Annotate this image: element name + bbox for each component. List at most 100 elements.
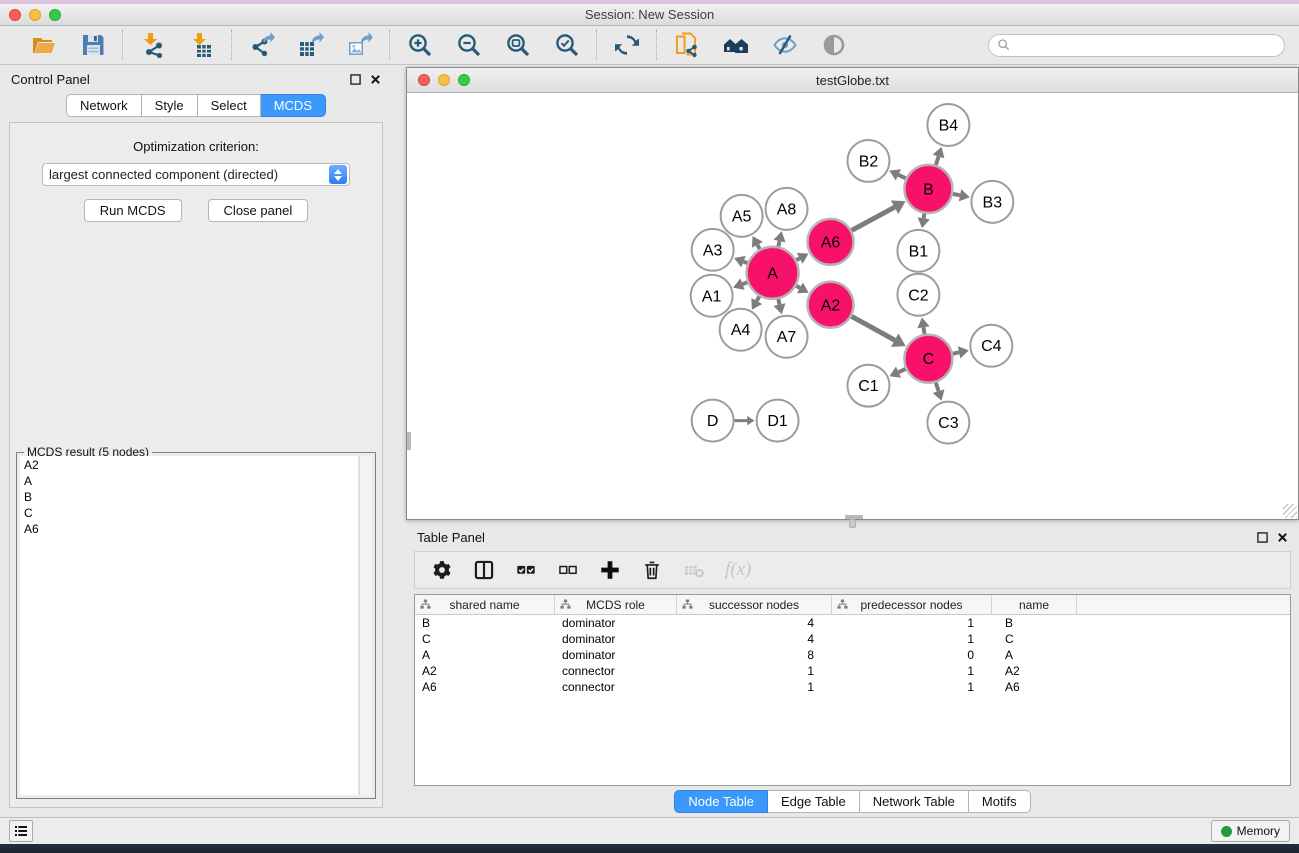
zoom-out-icon[interactable] [455, 32, 482, 59]
edge-A-A8[interactable] [778, 241, 779, 246]
graph-node-C3[interactable]: C3 [927, 402, 969, 444]
column-header-name[interactable]: name [992, 595, 1077, 614]
search-input[interactable] [1015, 38, 1276, 52]
graph-node-A2[interactable]: A2 [808, 282, 854, 328]
import-table-icon[interactable] [188, 32, 215, 59]
edge-C-C4[interactable] [953, 352, 959, 353]
window-resize-grip[interactable] [1283, 504, 1297, 518]
graph-node-B[interactable]: B [904, 165, 952, 213]
tab-motifs[interactable]: Motifs [969, 790, 1031, 813]
float-table-panel-icon[interactable] [1257, 532, 1268, 543]
open-file-icon[interactable] [30, 32, 57, 59]
column-header-mcds-role[interactable]: MCDS role [555, 595, 677, 614]
mcds-result-item[interactable]: B [24, 489, 358, 505]
mcds-result-scrollbar[interactable] [359, 456, 372, 795]
graph-node-B4[interactable]: B4 [927, 104, 969, 146]
graph-node-C1[interactable]: C1 [847, 365, 889, 407]
table-row-A6[interactable]: A6connector11A6 [415, 679, 1290, 695]
graph-node-B1[interactable]: B1 [897, 230, 939, 272]
edge-A-A4[interactable] [757, 296, 760, 301]
graph-node-B2[interactable]: B2 [847, 140, 889, 182]
zoom-fit-icon[interactable] [504, 32, 531, 59]
table-row-C[interactable]: Cdominator41C [415, 631, 1290, 647]
graph-node-A5[interactable]: A5 [721, 195, 763, 237]
edge-A-A2[interactable] [796, 286, 800, 288]
edge-C-C3[interactable] [936, 383, 939, 392]
export-table-icon[interactable] [297, 32, 324, 59]
edge-A-A1[interactable] [742, 282, 747, 284]
graph-node-C2[interactable]: C2 [897, 274, 939, 316]
zoom-in-icon[interactable] [406, 32, 433, 59]
graph-node-A3[interactable]: A3 [692, 229, 734, 271]
float-panel-icon[interactable] [350, 74, 361, 85]
graph-node-B3[interactable]: B3 [971, 181, 1013, 223]
graph-node-D[interactable]: D [692, 400, 734, 442]
criterion-dropdown[interactable]: largest connected component (directed) [42, 163, 350, 186]
column-header-successor-nodes[interactable]: successor nodes [677, 595, 832, 614]
table-row-A[interactable]: Adominator80A [415, 647, 1290, 663]
mcds-result-item[interactable]: A6 [24, 521, 358, 537]
graph-node-A4[interactable]: A4 [720, 309, 762, 351]
edge-B-B2[interactable] [898, 175, 905, 178]
refresh-network-icon[interactable] [613, 32, 640, 59]
run-mcds-button[interactable]: Run MCDS [84, 199, 182, 222]
edge-A-A7[interactable] [778, 299, 779, 304]
edge-A2-C[interactable] [852, 316, 895, 340]
edge-A-A5[interactable] [757, 245, 759, 249]
table-row-A2[interactable]: A2connector11A2 [415, 663, 1290, 679]
canvas-hscroll-mark[interactable] [845, 515, 863, 519]
edge-B-B4[interactable] [936, 156, 939, 165]
mcds-result-item[interactable]: A [24, 473, 358, 489]
deselect-all-columns-icon[interactable] [557, 559, 579, 581]
column-layout-icon[interactable] [473, 559, 495, 581]
tab-mcds[interactable]: MCDS [261, 94, 326, 117]
duplicate-network-icon[interactable] [673, 32, 700, 59]
close-panel-icon[interactable] [370, 74, 381, 85]
mcds-result-item[interactable]: C [24, 505, 358, 521]
add-column-icon[interactable] [599, 559, 621, 581]
tab-network-table[interactable]: Network Table [860, 790, 969, 813]
edge-B-B1[interactable] [924, 214, 925, 219]
export-network-icon[interactable] [248, 32, 275, 59]
edge-A-A6[interactable] [796, 258, 799, 260]
mcds-result-item[interactable]: A2 [24, 457, 358, 473]
export-image-icon[interactable] [346, 32, 373, 59]
close-panel-button[interactable]: Close panel [208, 199, 309, 222]
tab-edge-table[interactable]: Edge Table [768, 790, 860, 813]
graph-node-A[interactable]: A [747, 247, 799, 299]
edge-B-B3[interactable] [953, 194, 960, 195]
graph-node-A1[interactable]: A1 [691, 275, 733, 317]
close-table-panel-icon[interactable] [1277, 532, 1288, 543]
tab-style[interactable]: Style [142, 94, 198, 117]
tab-network[interactable]: Network [66, 94, 142, 117]
mcds-result-list[interactable]: A2ABCA6 [20, 456, 359, 795]
graph-node-A7[interactable]: A7 [766, 316, 808, 358]
graph-node-A6[interactable]: A6 [808, 219, 854, 265]
edge-C-C1[interactable] [899, 369, 906, 372]
zoom-selected-icon[interactable] [553, 32, 580, 59]
edge-A-A3[interactable] [743, 262, 747, 264]
save-session-icon[interactable] [79, 32, 106, 59]
table-row-B[interactable]: Bdominator41B [415, 615, 1290, 631]
select-all-columns-icon[interactable] [515, 559, 537, 581]
edge-C-C2[interactable] [924, 327, 925, 334]
graph-node-C[interactable]: C [904, 335, 952, 383]
memory-button[interactable]: Memory [1211, 820, 1290, 842]
canvas-vscroll-mark[interactable] [407, 432, 411, 450]
home-layout-icon[interactable] [722, 32, 749, 59]
tab-select[interactable]: Select [198, 94, 261, 117]
import-network-icon[interactable] [139, 32, 166, 59]
graph-node-A8[interactable]: A8 [766, 188, 808, 230]
settings-gear-icon[interactable] [431, 559, 453, 581]
graph-node-C4[interactable]: C4 [970, 325, 1012, 367]
delete-column-icon[interactable] [641, 559, 663, 581]
network-canvas[interactable]: B4 B2 B B3 A8A5 A6 A3 B1 A C2 A1 A2 A4A7 C4 C C1 C3 D D1 [407, 93, 1298, 519]
graph-node-D1[interactable]: D1 [757, 400, 799, 442]
column-header-predecessor-nodes[interactable]: predecessor nodes [832, 595, 992, 614]
column-header-shared-name[interactable]: shared name [415, 595, 555, 614]
task-history-button[interactable] [9, 820, 33, 842]
tab-node-table[interactable]: Node Table [674, 790, 768, 813]
show-all-icon[interactable] [820, 32, 847, 59]
edge-A6-B[interactable] [852, 207, 895, 230]
hide-selected-icon[interactable] [771, 32, 798, 59]
